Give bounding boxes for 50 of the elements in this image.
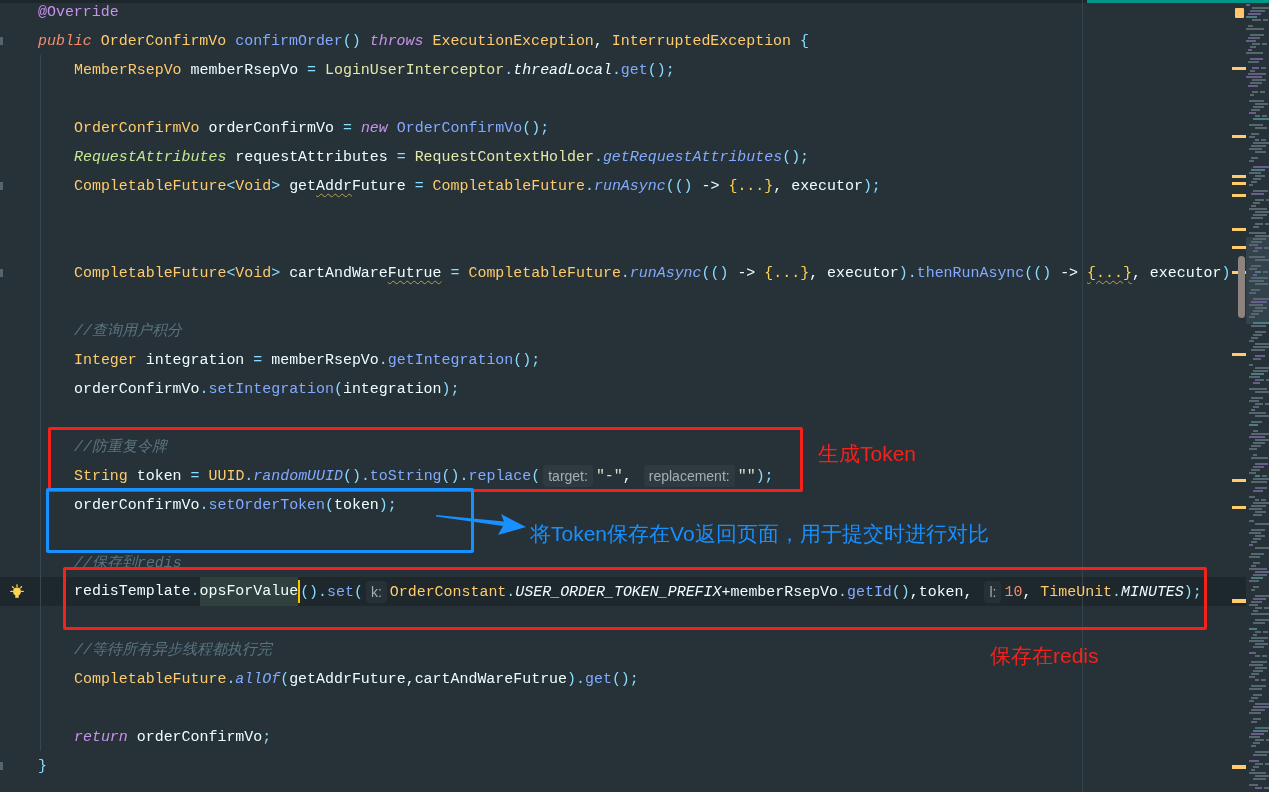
code-text: orderConfirmVo.setIntegration(integration); xyxy=(74,380,460,397)
code-text: RequestAttributes requestAttributes = RequestContextHolder.getRequestAttributes(); xyxy=(74,148,810,165)
code-text: ""); xyxy=(737,467,774,484)
code-text: String token = UUID.randomUUID().toString().replace( xyxy=(74,467,541,484)
code-text: 10, TimeUnit.MINUTES); xyxy=(1004,583,1202,600)
annotation-label: 将Token保存在Vo返回页面，用于提交时进行对比 xyxy=(530,522,989,546)
code-text: redisTemplate.opsForValue xyxy=(74,577,299,606)
warning-marker[interactable] xyxy=(1232,135,1246,138)
code-text: OrderConfirmVo orderConfirmVo = new OrderConfirmVo(); xyxy=(74,119,550,136)
inlay-hint: target: xyxy=(543,464,593,487)
code-comment: //防重复令牌 xyxy=(74,437,167,456)
code-text: public OrderConfirmVo confirmOrder() throws ExecutionException, InterruptedException { xyxy=(38,32,809,49)
code-text: OrderConstant.USER_ORDER_TOKEN_PREFIX+memberRsepVo.getId(),token, xyxy=(389,583,974,600)
code-text: return orderConfirmVo; xyxy=(74,728,272,745)
code-text: } xyxy=(38,757,47,774)
code-comment: //等待所有异步线程都执行完 xyxy=(74,640,272,659)
scrollbar-thumb[interactable] xyxy=(1238,256,1245,318)
warning-marker[interactable] xyxy=(1232,599,1246,603)
warning-marker[interactable] xyxy=(1232,67,1246,70)
warning-marker[interactable] xyxy=(1232,194,1246,197)
lightbulb-icon[interactable] xyxy=(10,584,24,599)
annotation-label: 保存在redis xyxy=(990,644,1099,668)
fold-marker-icon[interactable] xyxy=(0,36,3,45)
code-text: Integer integration = memberRsepVo.getIntegration(); xyxy=(74,351,541,368)
annotation-label: 生成Token xyxy=(818,442,917,466)
code-text: @Override xyxy=(38,3,119,20)
inlay-hint: l: xyxy=(984,580,1002,603)
code-text: CompletableFuture.allOf(getAddrFuture,cartAndWareFutrue).get(); xyxy=(74,670,639,687)
inlay-hint: k: xyxy=(365,580,387,603)
fold-marker-icon[interactable] xyxy=(0,181,3,190)
inspection-status-icon[interactable] xyxy=(1235,8,1244,18)
warning-marker[interactable] xyxy=(1232,228,1246,231)
code-text: CompletableFuture<Void> getAddrFuture = CompletableFuture.runAsync(() -> {...}, executor); xyxy=(74,177,881,194)
fold-marker-icon[interactable] xyxy=(0,761,3,770)
code-text: "-", xyxy=(595,467,633,484)
warning-marker[interactable] xyxy=(1232,479,1246,482)
warning-marker[interactable] xyxy=(1232,182,1246,185)
warning-marker[interactable] xyxy=(1232,353,1246,356)
code-text: orderConfirmVo.setOrderToken(token); xyxy=(74,496,397,513)
code-text: ().set( xyxy=(300,583,363,600)
code-comment: //查询用户积分 xyxy=(74,321,182,340)
warning-marker[interactable] xyxy=(1232,506,1246,509)
inlay-hint: replacement: xyxy=(643,464,735,487)
fold-marker-icon[interactable] xyxy=(0,268,3,277)
code-text: CompletableFuture<Void> cartAndWareFutrue = CompletableFuture.runAsync(() -> {...}, executor).thenRunAsync(() -> {...}, executor) xyxy=(74,264,1231,281)
text-cursor xyxy=(298,580,301,603)
warning-marker[interactable] xyxy=(1232,175,1246,178)
warning-marker[interactable] xyxy=(1232,765,1246,769)
code-text: MemberRsepVo memberRsepVo = LoginUserInterceptor.threadLocal.get(); xyxy=(74,61,675,78)
warning-marker[interactable] xyxy=(1232,246,1246,249)
